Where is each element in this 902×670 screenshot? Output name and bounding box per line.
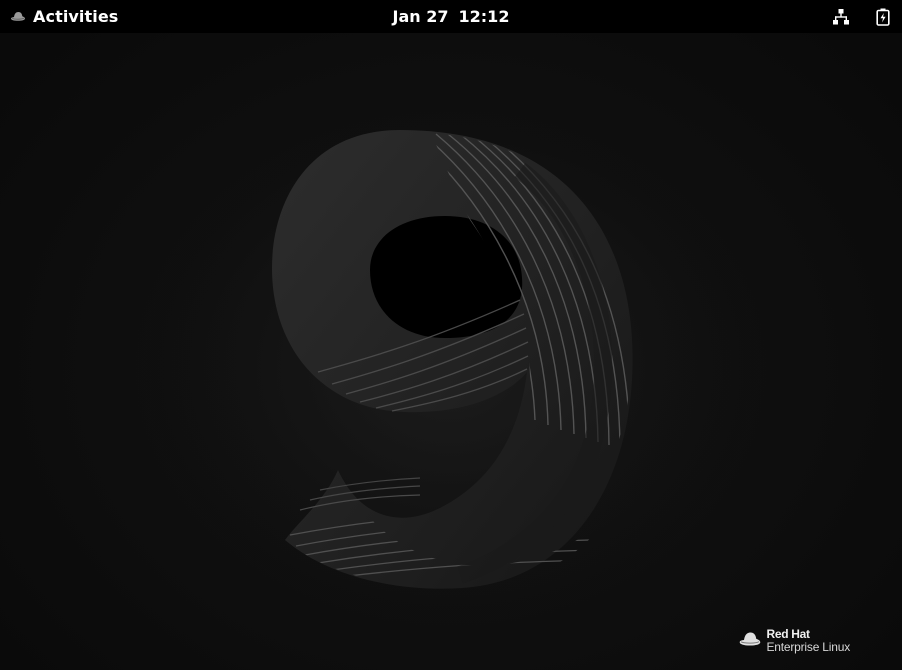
redhat-branding: Red Hat Enterprise Linux — [738, 628, 850, 654]
redhat-hat-icon — [738, 630, 762, 652]
wallpaper-numeral-9 — [130, 80, 770, 640]
brand-product: Enterprise Linux — [766, 640, 850, 654]
clock-time: 12:12 — [458, 7, 510, 26]
activities-button[interactable]: Activities — [6, 0, 122, 33]
network-wired-icon — [832, 8, 850, 26]
redhat-hat-icon — [10, 7, 26, 26]
activities-label: Activities — [33, 7, 119, 26]
system-status-menu[interactable] — [828, 0, 894, 33]
battery-charging-icon — [876, 8, 890, 26]
top-bar: Activities Jan 27 12:12 — [0, 0, 902, 33]
clock-date: Jan 27 — [392, 7, 449, 26]
clock-button[interactable]: Jan 27 12:12 — [381, 0, 521, 33]
desktop: Activities Jan 27 12:12 Red Hat Enterpri… — [0, 0, 902, 670]
